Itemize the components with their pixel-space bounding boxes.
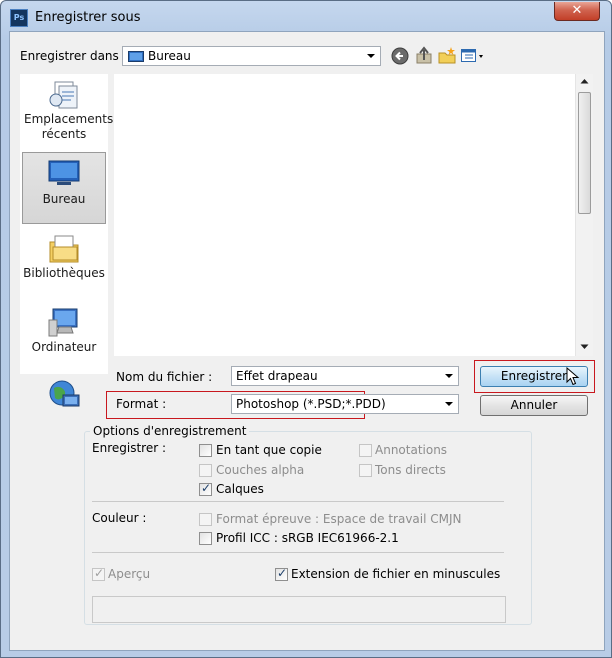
check-icon: ✓ (277, 566, 288, 580)
dialog-body: Enregistrer dans : Bureau Emplacements r… (9, 31, 605, 651)
icc-profile-checkbox[interactable] (199, 532, 212, 545)
libraries-icon (49, 235, 79, 263)
check-icon: ✓ (94, 566, 105, 580)
title-bar[interactable]: Ps Enregistrer sous ✕ (1, 1, 611, 31)
preview-checkbox: ✓ (92, 566, 105, 581)
chevron-down-icon[interactable] (367, 54, 375, 58)
color-label: Couleur : (92, 511, 147, 525)
place-network[interactable] (22, 378, 106, 418)
save-as-dialog: Ps Enregistrer sous ✕ Enregistrer dans :… (0, 0, 612, 658)
scrollbar-thumb[interactable] (578, 92, 591, 214)
recent-places-icon (49, 81, 78, 109)
check-icon: ✓ (201, 481, 212, 495)
annotations-label: Annotations (375, 443, 448, 457)
save-in-label: Enregistrer dans : (20, 49, 127, 63)
spot-colors-checkbox (359, 464, 372, 477)
icc-profile-label: Profil ICC : sRGB IEC61966-2.1 (216, 531, 399, 545)
scroll-down-icon[interactable] (580, 344, 589, 350)
save-options-title: Options d'enregistrement (90, 424, 250, 438)
place-label: Ordinateur (31, 340, 97, 354)
lowercase-extension-checkbox[interactable]: ✓ (275, 566, 288, 581)
format-value: Photoshop (*.PSD;*.PDD) (236, 397, 386, 411)
places-bar: Emplacements récents Bureau Bibliothèque… (20, 74, 114, 407)
place-libraries[interactable]: Bibliothèques (22, 232, 106, 292)
layers-label: Calques (216, 482, 264, 496)
lowercase-extension-label: Extension de fichier en minuscules (291, 567, 501, 581)
place-recent[interactable]: Emplacements récents (22, 78, 114, 148)
place-computer[interactable]: Ordinateur (22, 306, 106, 364)
alpha-channels-label: Couches alpha (216, 463, 305, 477)
desktop-small-icon (128, 51, 144, 62)
file-name-label: Nom du fichier : (116, 370, 213, 384)
as-copy-label: En tant que copie (216, 443, 322, 457)
file-name-value: Effet drapeau (236, 369, 318, 383)
desktop-icon (48, 160, 80, 185)
save-options-label: Enregistrer : (92, 441, 166, 455)
file-list-scrollbar[interactable] (575, 74, 593, 356)
format-combo[interactable]: Photoshop (*.PSD;*.PDD) (231, 394, 459, 414)
file-name-combo[interactable]: Effet drapeau (231, 366, 459, 386)
scroll-up-icon[interactable] (580, 78, 589, 84)
place-label: Bibliothèques (23, 266, 105, 280)
file-list[interactable] (114, 74, 593, 356)
place-label: Bureau (42, 192, 86, 206)
view-menu-icon[interactable] (460, 46, 488, 66)
annotations-checkbox (359, 444, 372, 457)
format-label: Format : (116, 397, 167, 411)
cancel-button[interactable]: Annuler (480, 395, 588, 416)
proof-format-checkbox (199, 513, 212, 526)
proof-format-label: Format épreuve : Espace de travail CMJN (216, 512, 462, 526)
place-desktop[interactable]: Bureau (22, 152, 106, 224)
new-folder-icon[interactable] (437, 46, 457, 66)
network-icon (49, 380, 80, 407)
computer-icon (48, 308, 78, 337)
photoshop-app-icon: Ps (10, 9, 28, 27)
close-button[interactable]: ✕ (554, 2, 600, 21)
alpha-channels-checkbox (199, 464, 212, 477)
status-message-box (92, 596, 506, 623)
back-icon[interactable] (391, 47, 411, 67)
spot-colors-label: Tons directs (375, 463, 446, 477)
chevron-down-icon[interactable] (445, 402, 453, 406)
place-label: Emplacements récents (24, 112, 114, 141)
layers-checkbox[interactable]: ✓ (199, 481, 212, 496)
mouse-cursor-icon (566, 367, 580, 386)
window-title: Enregistrer sous (35, 10, 141, 25)
as-copy-checkbox[interactable] (199, 444, 212, 457)
up-folder-icon[interactable] (414, 46, 434, 66)
location-value: Bureau (148, 49, 191, 63)
separator (92, 552, 504, 553)
separator (92, 501, 504, 502)
location-combo[interactable]: Bureau (122, 46, 381, 66)
preview-label: Aperçu (108, 567, 151, 581)
chevron-down-icon[interactable] (445, 374, 453, 378)
